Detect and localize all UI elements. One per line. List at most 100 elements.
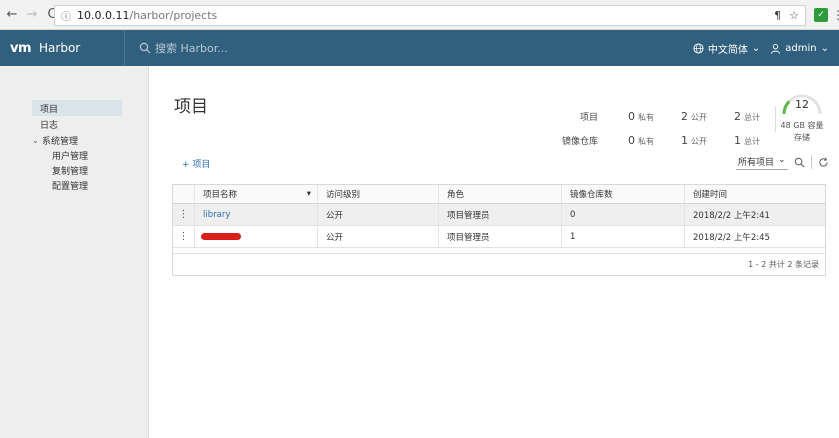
info-icon[interactable]: ⓘ bbox=[61, 8, 71, 23]
column-header-name[interactable]: 项目名称 ▾ bbox=[195, 185, 318, 203]
user-menu[interactable]: admin ⌄ bbox=[770, 43, 829, 54]
total-unit: 总计 bbox=[744, 112, 760, 122]
refresh-icon[interactable] bbox=[818, 157, 829, 168]
chevron-down-icon: ⌄ bbox=[751, 42, 761, 54]
stats-label: 项目 bbox=[579, 112, 598, 123]
access-level: 公开 bbox=[326, 210, 344, 221]
language-label: 中文简体 bbox=[707, 44, 748, 56]
storage-value: 12 bbox=[795, 98, 809, 111]
sidebar-item-label: 用户管理 bbox=[52, 152, 89, 162]
column-label: 创建时间 bbox=[693, 190, 728, 200]
column-header-created[interactable]: 创建时间 bbox=[685, 185, 825, 203]
sidebar-item-label: 日志 bbox=[40, 120, 59, 131]
sidebar-item-configuration[interactable]: 配置管理 bbox=[32, 178, 122, 193]
browser-toolbar: ← → C ⓘ 10.0.0.11 /harbor/projects ¶ ☆ ✓… bbox=[0, 0, 839, 30]
brand-name: Harbor bbox=[39, 41, 81, 55]
menu-more-icon[interactable]: ⋮ bbox=[832, 8, 839, 22]
sidebar-item-label: 复制管理 bbox=[52, 167, 89, 177]
creation-time: 2018/2/2 上午2:41 bbox=[693, 210, 770, 221]
user-icon bbox=[771, 43, 781, 54]
private-count: 0 bbox=[628, 109, 635, 123]
brand[interactable]: vm Harbor bbox=[10, 41, 124, 56]
column-header-role[interactable]: 角色 bbox=[439, 185, 562, 203]
sidebar-group-label: 系统管理 bbox=[42, 136, 79, 147]
page-title: 项目 bbox=[174, 97, 208, 117]
private-unit: 私有 bbox=[638, 136, 654, 146]
repo-count: 1 bbox=[570, 231, 576, 242]
language-selector[interactable]: 中文简体 ⌄ bbox=[693, 41, 760, 56]
header-select-cell bbox=[173, 185, 195, 203]
storage-label: 存储 bbox=[794, 133, 810, 142]
filter-value: 所有项目 bbox=[738, 158, 775, 168]
sidebar-item-label: 配置管理 bbox=[52, 182, 89, 192]
table-header: 项目名称 ▾ 访问级别 角色 镜像仓库数 创建时间 bbox=[173, 185, 825, 204]
add-project-label: + 项目 bbox=[182, 160, 211, 170]
globe-icon bbox=[693, 42, 704, 54]
translate-icon[interactable]: ¶ bbox=[774, 9, 781, 22]
filter-icon[interactable]: ▾ bbox=[307, 189, 311, 199]
sidebar: 项目 日志 ⌄ 系统管理 用户管理 复制管理 配置管理 bbox=[0, 66, 149, 438]
table-footer: 1 - 2 共计 2 条记录 bbox=[173, 253, 825, 275]
table-row[interactable]: ⋮ library 公开 项目管理员 0 2018/2/2 上午2:41 bbox=[173, 204, 825, 226]
kebab-menu-icon[interactable]: ⋮ bbox=[179, 231, 189, 242]
table-row[interactable]: ⋮ 公开 项目管理员 1 2018/2/2 上午2:45 bbox=[173, 226, 825, 248]
pagination-summary: 1 - 2 共计 2 条记录 bbox=[748, 260, 819, 269]
project-name-link[interactable]: library bbox=[203, 210, 230, 220]
header-divider bbox=[124, 30, 125, 66]
sidebar-item-label: 项目 bbox=[40, 104, 59, 115]
project-filter-select[interactable]: 所有项目 ⌄ bbox=[736, 154, 788, 170]
stats-label: 镜像仓库 bbox=[561, 136, 598, 147]
column-label: 项目名称 bbox=[203, 190, 238, 200]
sidebar-item-projects[interactable]: 项目 bbox=[32, 100, 122, 116]
column-header-access[interactable]: 访问级别 bbox=[318, 185, 439, 203]
stats-row-repositories: 镜像仓库 0 私有 1 公开 1 总计 bbox=[548, 130, 787, 150]
access-level: 公开 bbox=[326, 232, 344, 243]
column-label: 访问级别 bbox=[326, 190, 361, 200]
sidebar-item-logs[interactable]: 日志 bbox=[32, 116, 122, 132]
back-icon[interactable]: ← bbox=[4, 7, 20, 23]
public-count: 1 bbox=[681, 133, 688, 147]
stats-divider bbox=[775, 106, 776, 132]
username: admin bbox=[785, 42, 817, 54]
total-count: 1 bbox=[734, 133, 741, 147]
forward-icon[interactable]: → bbox=[24, 7, 40, 23]
chevron-down-icon: ⌄ bbox=[820, 42, 829, 54]
public-unit: 公开 bbox=[691, 136, 707, 146]
sidebar-group-admin[interactable]: ⌄ 系统管理 bbox=[32, 132, 122, 148]
public-count: 2 bbox=[681, 109, 688, 123]
row-actions[interactable]: ⋮ bbox=[173, 226, 195, 247]
sidebar-item-replication[interactable]: 复制管理 bbox=[32, 163, 122, 178]
address-bar[interactable]: ⓘ 10.0.0.11 /harbor/projects ¶ ☆ bbox=[54, 5, 806, 26]
url-host: 10.0.0.11 bbox=[77, 9, 130, 22]
column-header-repo-count[interactable]: 镜像仓库数 bbox=[562, 185, 685, 203]
main-content: 项目 项目 0 私有 2 公开 2 总计 镜像仓库 0 私有 1 公开 1 总计 12 48… bbox=[150, 66, 839, 438]
url-path: /harbor/projects bbox=[129, 9, 218, 22]
project-toolbar: 所有项目 ⌄ bbox=[736, 154, 829, 170]
private-count: 0 bbox=[628, 133, 635, 147]
role: 项目管理员 bbox=[447, 210, 490, 221]
projects-table: 项目名称 ▾ 访问级别 角色 镜像仓库数 创建时间 ⋮ library 公开 项… bbox=[172, 184, 826, 276]
storage-capacity: 48 GB 容量 bbox=[780, 121, 824, 130]
search-icon bbox=[139, 42, 151, 54]
search-placeholder: 搜索 Harbor... bbox=[155, 42, 228, 55]
extension-shield-icon[interactable]: ✓ bbox=[814, 8, 828, 22]
add-project-button[interactable]: + 项目 bbox=[182, 157, 210, 170]
bookmark-star-icon[interactable]: ☆ bbox=[789, 9, 799, 22]
private-unit: 私有 bbox=[638, 112, 654, 122]
total-count: 2 bbox=[734, 109, 741, 123]
sidebar-item-users[interactable]: 用户管理 bbox=[32, 148, 122, 163]
chevron-down-icon: ⌄ bbox=[32, 135, 39, 145]
search-icon[interactable] bbox=[794, 157, 805, 168]
kebab-menu-icon[interactable]: ⋮ bbox=[179, 209, 189, 220]
repo-count: 0 bbox=[570, 209, 576, 220]
redacted-project-name[interactable] bbox=[201, 233, 241, 240]
app-header: vm Harbor 搜索 Harbor... 中文简体 ⌄ admin ⌄ bbox=[0, 30, 839, 66]
creation-time: 2018/2/2 上午2:45 bbox=[693, 232, 770, 243]
stats-row-projects: 项目 0 私有 2 公开 2 总计 bbox=[548, 106, 787, 126]
global-search[interactable]: 搜索 Harbor... bbox=[139, 40, 228, 56]
column-label: 镜像仓库数 bbox=[570, 190, 613, 200]
public-unit: 公开 bbox=[691, 112, 707, 122]
row-actions[interactable]: ⋮ bbox=[173, 204, 195, 225]
total-unit: 总计 bbox=[744, 136, 760, 146]
storage-widget: 12 48 GB 容量 存储 bbox=[780, 88, 824, 144]
